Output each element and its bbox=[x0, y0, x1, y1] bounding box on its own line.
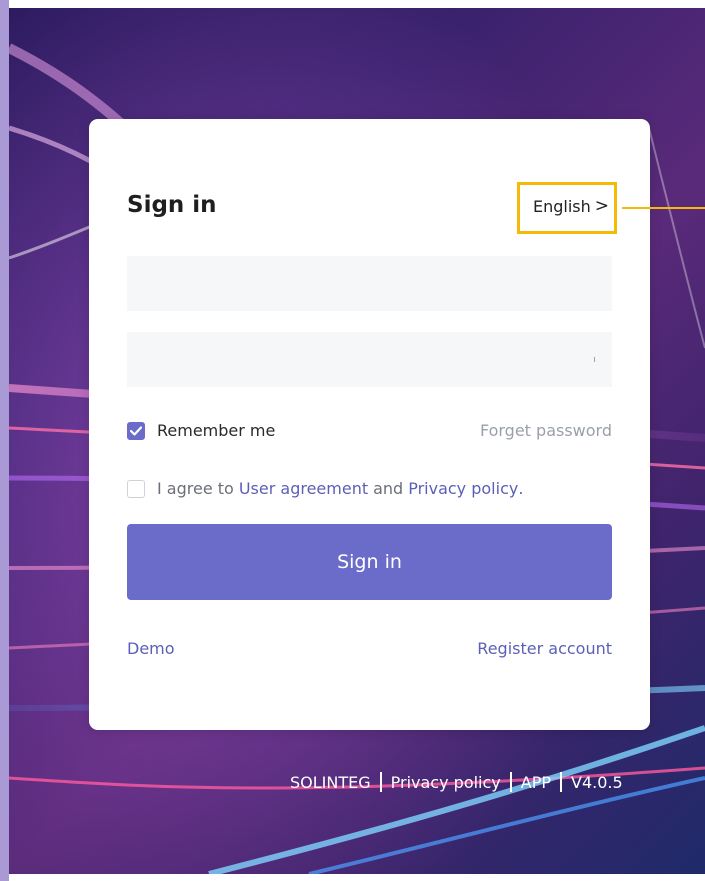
agreement-checkbox[interactable] bbox=[127, 479, 145, 498]
footer: SOLINTEG Privacy policy APP V4.0.5 bbox=[290, 772, 623, 792]
password-input[interactable] bbox=[127, 332, 612, 387]
remember-me-label: Remember me bbox=[157, 421, 276, 440]
agreement-prefix: I agree to bbox=[157, 479, 234, 498]
password-field-mark bbox=[594, 357, 595, 362]
language-label: English bbox=[533, 196, 591, 216]
footer-divider bbox=[379, 772, 382, 792]
footer-divider bbox=[560, 772, 563, 792]
remember-me-control[interactable]: Remember me bbox=[127, 421, 275, 440]
page-title: Sign in bbox=[127, 192, 217, 218]
username-input[interactable] bbox=[127, 256, 612, 311]
agreement-middle: and bbox=[373, 479, 404, 498]
callout-line bbox=[622, 207, 705, 209]
demo-link[interactable]: Demo bbox=[127, 639, 175, 658]
window-border bbox=[0, 0, 9, 881]
chevron-right-icon: > bbox=[594, 196, 610, 216]
footer-privacy-policy-link[interactable]: Privacy policy bbox=[391, 773, 501, 792]
login-card: Sign in English > Remember me Forget pas… bbox=[89, 119, 650, 730]
language-selector[interactable]: English > bbox=[533, 196, 609, 216]
register-account-link[interactable]: Register account bbox=[477, 639, 612, 658]
agreement-suffix: . bbox=[518, 479, 524, 498]
footer-brand[interactable]: SOLINTEG bbox=[290, 773, 371, 792]
footer-divider bbox=[509, 772, 512, 792]
forget-password-link[interactable]: Forget password bbox=[480, 421, 612, 440]
user-agreement-link[interactable]: User agreement bbox=[239, 479, 368, 498]
privacy-policy-link[interactable]: Privacy policy bbox=[408, 479, 518, 498]
footer-app-link[interactable]: APP bbox=[521, 773, 551, 792]
sign-in-button[interactable]: Sign in bbox=[127, 524, 612, 600]
agreement-row: I agree to User agreement and Privacy po… bbox=[127, 479, 612, 498]
remember-row: Remember me Forget password bbox=[127, 421, 612, 440]
footer-version: V4.0.5 bbox=[571, 772, 623, 792]
remember-me-checkbox[interactable] bbox=[127, 421, 145, 440]
checkmark-icon bbox=[130, 425, 142, 436]
login-page: Sign in English > Remember me Forget pas… bbox=[0, 0, 705, 881]
